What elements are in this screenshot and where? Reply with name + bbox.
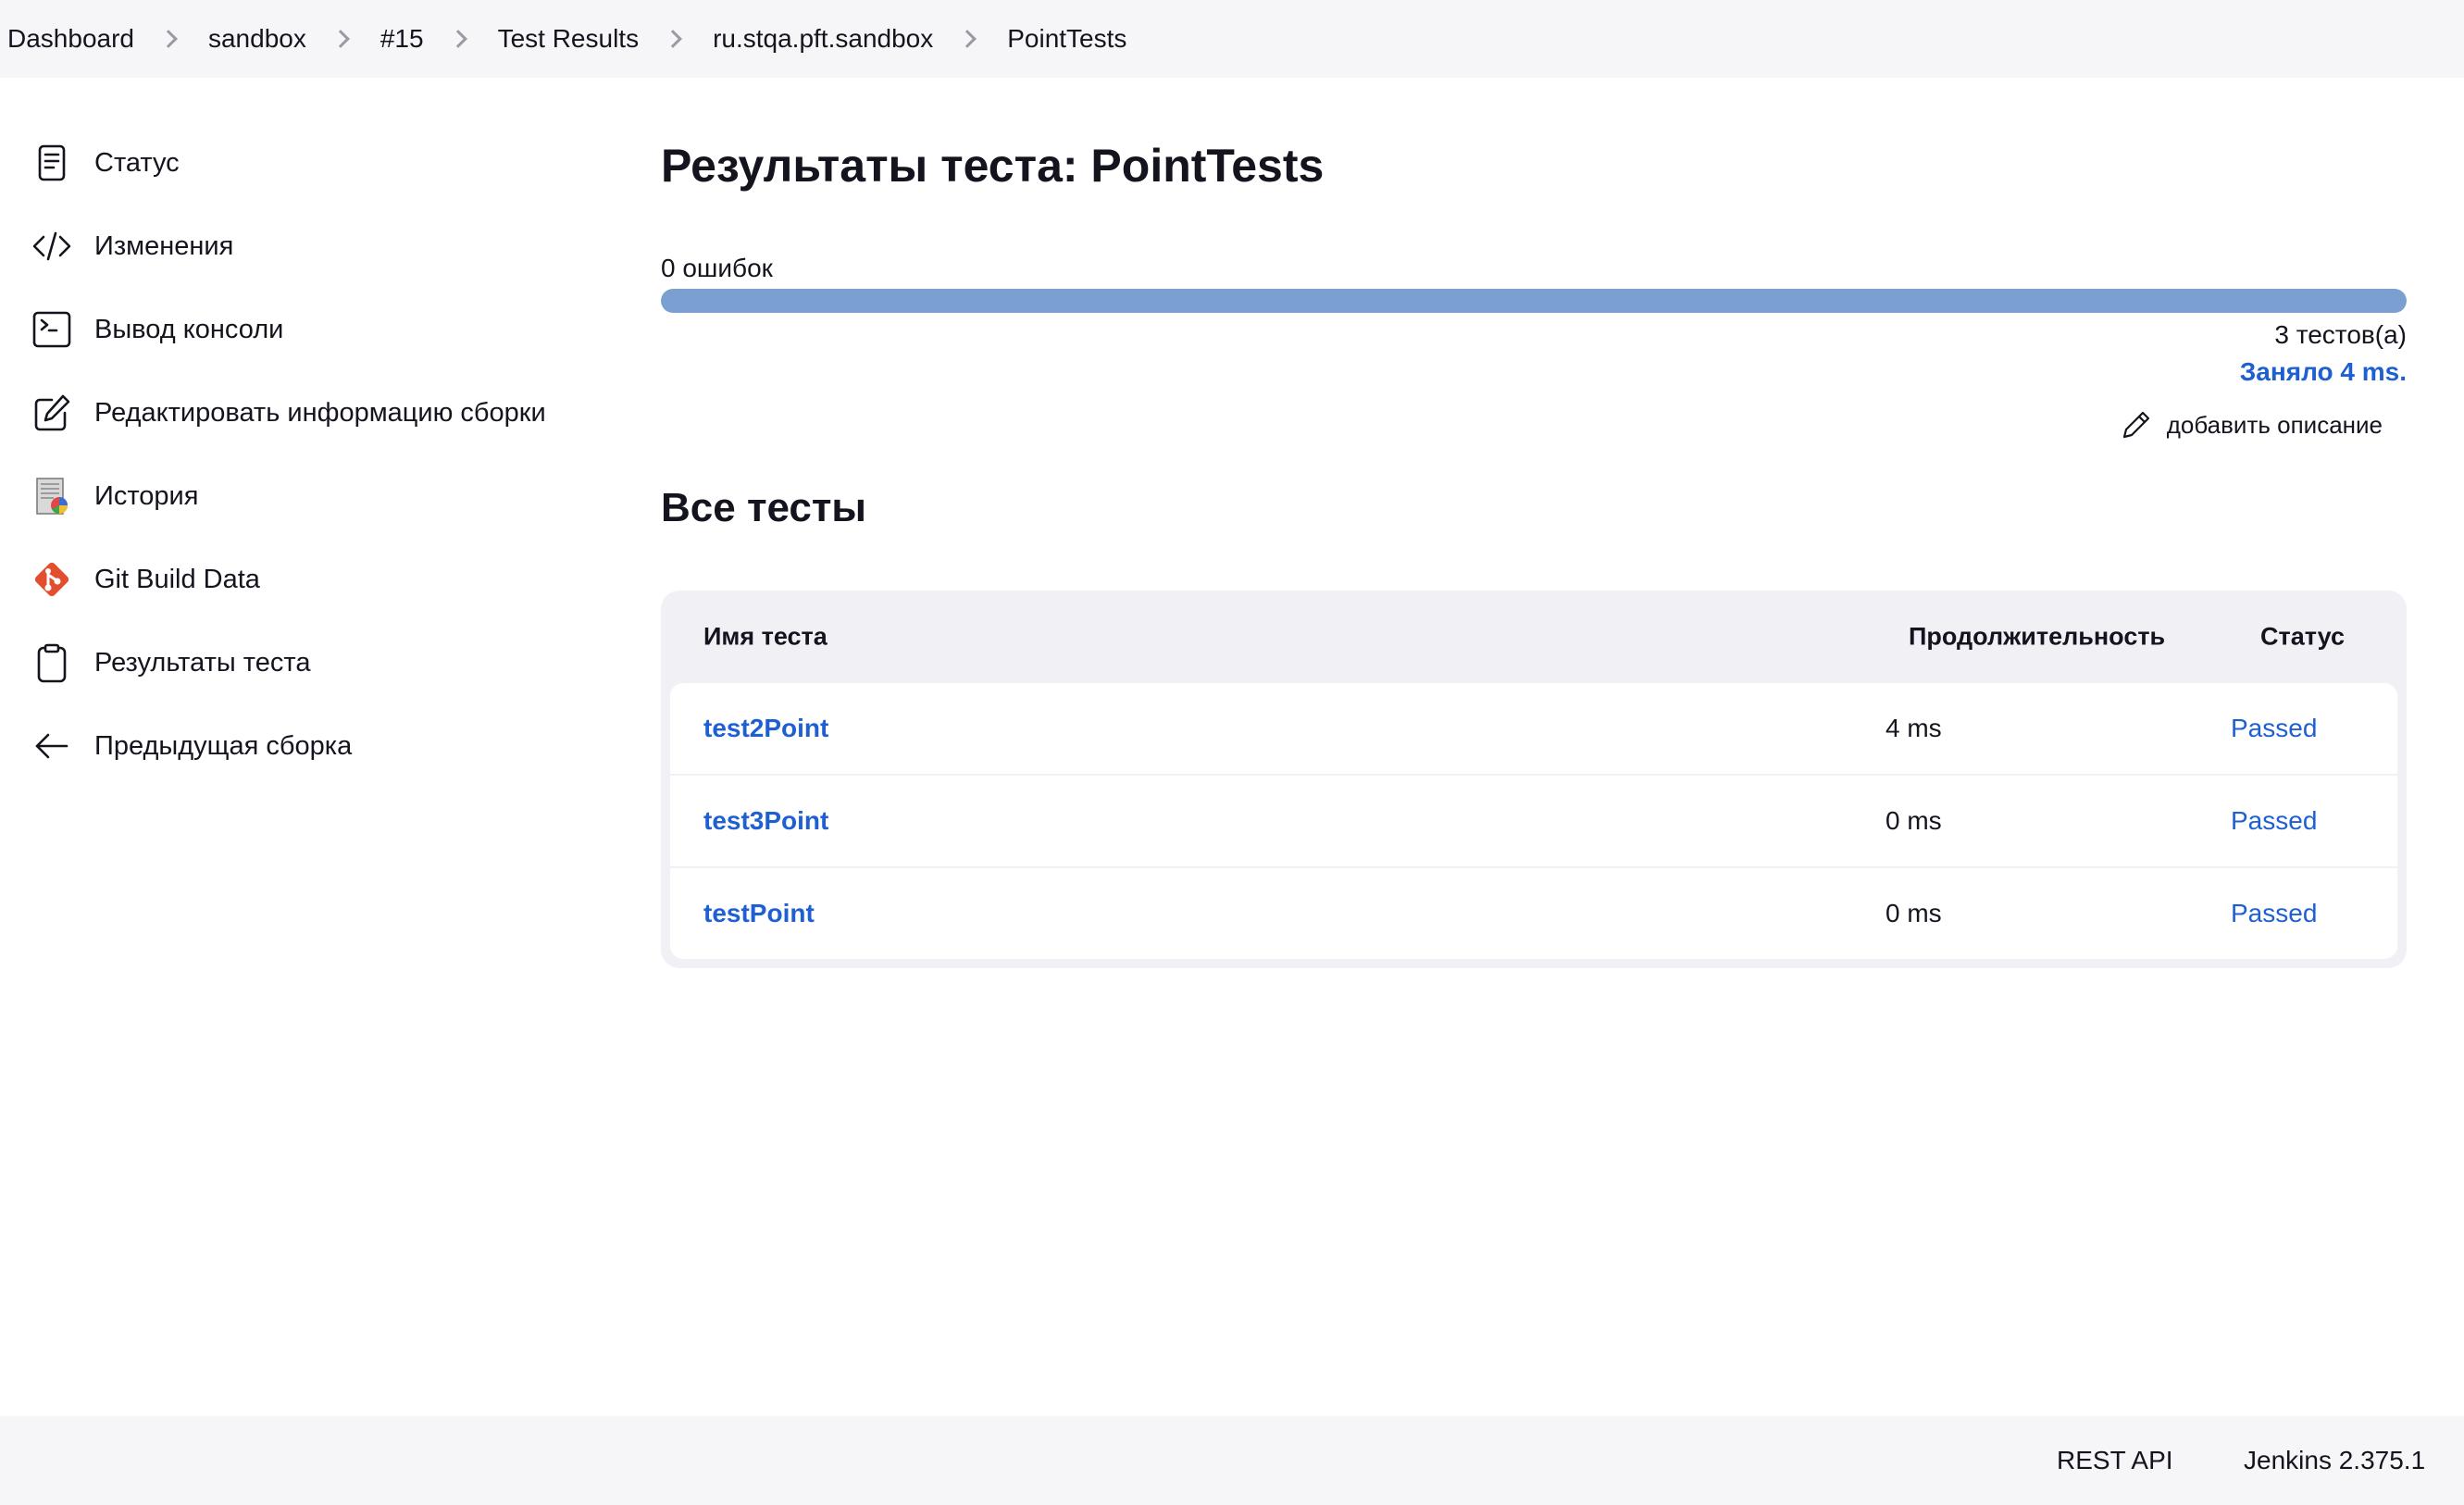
rest-api-link[interactable]: REST API <box>2057 1446 2173 1475</box>
test-duration: 0 ms <box>1885 899 1942 927</box>
terminal-icon <box>31 309 72 350</box>
code-icon <box>31 226 72 267</box>
chevron-right-icon <box>448 30 467 48</box>
chevron-right-icon <box>159 30 178 48</box>
test-table: Имя теста Продолжительность Статус test2… <box>661 591 2407 968</box>
arrow-left-icon <box>31 726 72 766</box>
test-duration: 0 ms <box>1885 806 1942 835</box>
sidebar-item-console-output[interactable]: Вывод консоли <box>31 302 283 357</box>
table-row: test3Point 0 ms Passed <box>670 776 2397 866</box>
footer: REST API Jenkins 2.375.1 <box>0 1416 2464 1505</box>
history-icon <box>31 476 72 516</box>
edit-icon <box>31 392 72 433</box>
sidebar-item-label: Редактировать информацию сборки <box>94 397 546 428</box>
chevron-right-icon <box>330 30 350 48</box>
column-header-duration[interactable]: Продолжительность <box>1909 623 2165 652</box>
sidebar-item-previous-build[interactable]: Предыдущая сборка <box>31 718 352 774</box>
sidebar-item-label: Git Build Data <box>94 564 260 594</box>
test-duration: 4 ms <box>1885 714 1942 742</box>
document-icon <box>31 143 72 183</box>
sidebar-item-label: Вывод консоли <box>94 314 284 344</box>
sidebar-item-git-build-data[interactable]: Git Build Data <box>31 552 260 607</box>
section-title: Все тесты <box>661 485 866 530</box>
test-result-bar <box>661 289 2407 313</box>
table-header: Имя теста Продолжительность Статус <box>670 591 2397 683</box>
sidebar-item-edit-build-info[interactable]: Редактировать информацию сборки <box>31 385 546 441</box>
column-header-name[interactable]: Имя теста <box>703 623 828 652</box>
chevron-right-icon <box>958 30 977 48</box>
breadcrumb-dashboard[interactable]: Dashboard <box>7 24 134 54</box>
breadcrumb-build[interactable]: #15 <box>380 24 424 54</box>
sidebar-item-status[interactable]: Статус <box>31 135 180 191</box>
fail-count: 0 ошибок <box>661 254 773 282</box>
sidebar-item-test-results[interactable]: Результаты теста <box>31 635 310 690</box>
sidebar-item-changes[interactable]: Изменения <box>31 218 233 274</box>
test-status: Passed <box>2231 806 2318 835</box>
breadcrumb-test-results[interactable]: Test Results <box>498 24 640 54</box>
test-count: 3 тестов(а) <box>2274 320 2407 349</box>
breadcrumb-package[interactable]: ru.stqa.pft.sandbox <box>713 24 933 54</box>
breadcrumb-class[interactable]: PointTests <box>1007 24 1126 54</box>
sidebar-item-history[interactable]: История <box>31 468 198 524</box>
table-row: test2Point 4 ms Passed <box>670 683 2397 774</box>
git-icon <box>31 559 72 600</box>
clipboard-icon <box>31 642 72 683</box>
test-status: Passed <box>2231 899 2318 927</box>
sidebar-item-label: Предыдущая сборка <box>94 730 353 761</box>
chevron-right-icon <box>664 30 682 48</box>
column-header-status[interactable]: Статус <box>2260 623 2345 652</box>
table-row: testPoint 0 ms Passed <box>670 868 2397 959</box>
pencil-icon <box>2122 411 2149 439</box>
sidebar-item-label: Результаты теста <box>94 647 311 678</box>
page-title: Результаты теста: PointTests <box>661 140 1325 192</box>
test-result-bar-pass <box>661 289 2407 313</box>
test-name-link[interactable]: testPoint <box>703 899 815 928</box>
breadcrumb: Dashboard sandbox #15 Test Results ru.st… <box>0 0 2464 78</box>
sidebar-item-label: Изменения <box>94 230 234 261</box>
sidebar-item-label: Статус <box>94 147 180 178</box>
add-description-button[interactable]: добавить описание <box>2121 409 2383 441</box>
test-status: Passed <box>2231 714 2318 742</box>
breadcrumb-sandbox[interactable]: sandbox <box>208 24 306 54</box>
duration-link[interactable]: Заняло 4 ms. <box>2240 357 2407 387</box>
add-description-label: добавить описание <box>2166 410 2383 439</box>
test-name-link[interactable]: test3Point <box>703 806 828 836</box>
jenkins-version-link[interactable]: Jenkins 2.375.1 <box>2244 1446 2425 1475</box>
test-name-link[interactable]: test2Point <box>703 714 828 743</box>
sidebar-item-label: История <box>94 480 199 511</box>
